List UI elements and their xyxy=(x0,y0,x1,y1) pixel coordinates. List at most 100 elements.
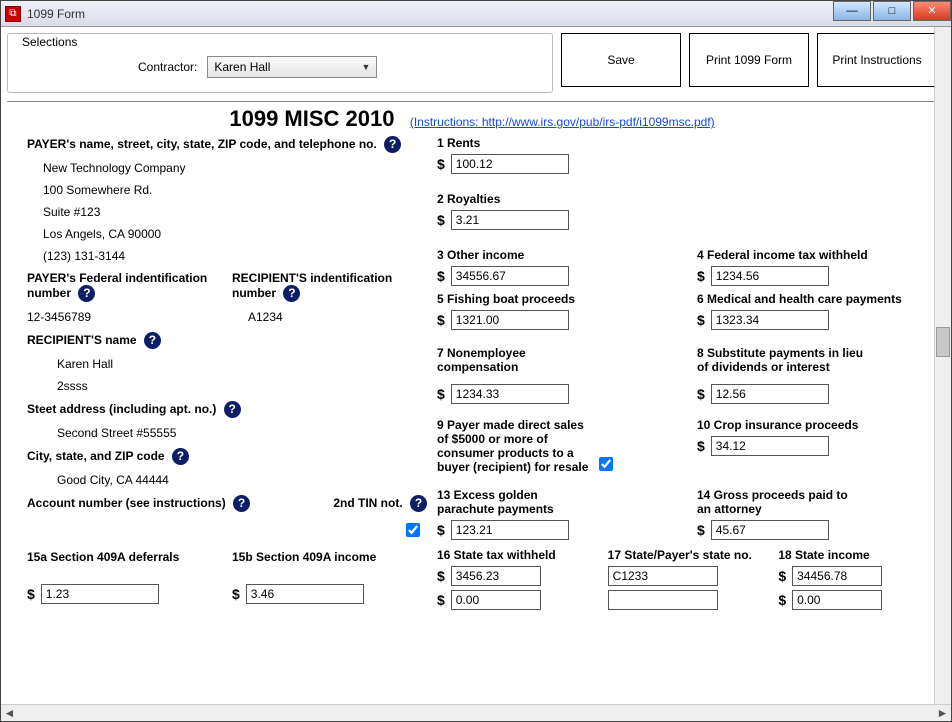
box8-input[interactable] xyxy=(711,384,829,404)
city-value: Good City, CA 44444 xyxy=(57,473,427,487)
box10-input[interactable] xyxy=(711,436,829,456)
box14-input[interactable] xyxy=(711,520,829,540)
recip-name1: Karen Hall xyxy=(57,357,427,371)
print-instructions-button[interactable]: Print Instructions xyxy=(817,33,937,87)
help-icon[interactable]: ? xyxy=(144,332,161,349)
box14-label: 14 Gross proceeds paid to an attorney xyxy=(697,488,857,516)
box8-label: 8 Substitute payments in lieu of dividen… xyxy=(697,346,877,374)
box16-input-1[interactable] xyxy=(451,566,541,586)
recip-name-label: RECIPIENT'S name xyxy=(27,333,137,347)
dollar-icon: $ xyxy=(697,522,705,538)
app-window: ⧉ 1099 Form — □ ✕ Selections Contractor:… xyxy=(0,0,952,722)
box5-label: 5 Fishing boat proceeds xyxy=(437,292,677,306)
box10-label: 10 Crop insurance proceeds xyxy=(697,418,937,432)
recip-id-value: A1234 xyxy=(248,310,427,324)
box1-input[interactable] xyxy=(451,154,569,174)
form-area: 1099 MISC 2010 (Instructions: http://www… xyxy=(7,101,937,616)
save-button[interactable]: Save xyxy=(561,33,681,87)
recip-name2: 2ssss xyxy=(57,379,427,393)
payer-fed-value: 12-3456789 xyxy=(27,310,222,324)
help-icon[interactable]: ? xyxy=(172,448,189,465)
dollar-icon: $ xyxy=(437,592,445,608)
contractor-value: Karen Hall xyxy=(214,60,270,74)
street-label: Steet address (including apt. no.) xyxy=(27,402,216,416)
box7-label: 7 Nonemployee compensation xyxy=(437,346,577,374)
payer-fed-label: PAYER's Federal indentification number xyxy=(27,271,207,300)
recip-id-label: RECIPIENT'S indentification number xyxy=(232,271,392,300)
box17-label: 17 State/Payer's state no. xyxy=(608,548,767,562)
minimize-button[interactable]: — xyxy=(833,1,871,21)
dollar-icon: $ xyxy=(437,568,445,584)
box13-input[interactable] xyxy=(451,520,569,540)
columns: PAYER's name, street, city, state, ZIP c… xyxy=(7,136,937,616)
box16-label: 16 State tax withheld xyxy=(437,548,596,562)
print-1099-button[interactable]: Print 1099 Form xyxy=(689,33,809,87)
help-icon[interactable]: ? xyxy=(384,136,401,153)
instructions-link[interactable]: (Instructions: http://www.irs.gov/pub/ir… xyxy=(410,115,715,129)
window-title: 1099 Form xyxy=(27,7,85,21)
payer-citystate: Los Angels, CA 90000 xyxy=(43,227,427,241)
box17-input-1[interactable] xyxy=(608,566,718,586)
dollar-icon: $ xyxy=(697,268,705,284)
dollar-icon: $ xyxy=(232,586,240,602)
account-label: Account number (see instructions) xyxy=(27,496,226,510)
tin-checkbox[interactable] xyxy=(406,523,420,537)
selections-legend: Selections xyxy=(18,35,81,49)
box7-input[interactable] xyxy=(451,384,569,404)
help-icon[interactable]: ? xyxy=(233,495,250,512)
vertical-scrollbar[interactable] xyxy=(934,27,951,704)
contractor-row: Contractor: Karen Hall ▼ xyxy=(138,56,542,78)
dollar-icon: $ xyxy=(778,568,786,584)
box16-input-2[interactable] xyxy=(451,590,541,610)
street-value: Second Street #55555 xyxy=(57,426,427,440)
box3-label: 3 Other income xyxy=(437,248,677,262)
scroll-right-icon[interactable]: ► xyxy=(934,705,951,721)
dollar-icon: $ xyxy=(27,586,35,602)
box3-input[interactable] xyxy=(451,266,569,286)
dollar-icon: $ xyxy=(778,592,786,608)
help-icon[interactable]: ? xyxy=(78,285,95,302)
box4-label: 4 Federal income tax withheld xyxy=(697,248,937,262)
window-controls: — □ ✕ xyxy=(831,1,951,21)
dollar-icon: $ xyxy=(437,268,445,284)
dollar-icon: $ xyxy=(437,522,445,538)
box18-input-2[interactable] xyxy=(792,590,882,610)
dollar-icon: $ xyxy=(437,156,445,172)
contractor-label: Contractor: xyxy=(138,60,197,74)
box18-input-1[interactable] xyxy=(792,566,882,586)
maximize-button[interactable]: □ xyxy=(873,1,911,21)
payer-name: New Technology Company xyxy=(43,161,427,175)
box6-input[interactable] xyxy=(711,310,829,330)
box9-checkbox[interactable] xyxy=(599,457,613,471)
top-row: Selections Contractor: Karen Hall ▼ Save… xyxy=(7,33,937,93)
payer-phone: (123) 131-3144 xyxy=(43,249,427,263)
box2-input[interactable] xyxy=(451,210,569,230)
contractor-dropdown[interactable]: Karen Hall ▼ xyxy=(207,56,377,78)
payer-addr2: Suite #123 xyxy=(43,205,427,219)
scroll-left-icon[interactable]: ◄ xyxy=(1,705,18,721)
box17-input-2[interactable] xyxy=(608,590,718,610)
dollar-icon: $ xyxy=(437,386,445,402)
form-title: 1099 MISC 2010 xyxy=(229,106,394,132)
box5-input[interactable] xyxy=(451,310,569,330)
box2-label: 2 Royalties xyxy=(437,192,937,206)
horizontal-scrollbar[interactable]: ◄ ► xyxy=(1,704,951,721)
content: Selections Contractor: Karen Hall ▼ Save… xyxy=(1,27,951,704)
help-icon[interactable]: ? xyxy=(283,285,300,302)
close-button[interactable]: ✕ xyxy=(913,1,951,21)
box15a-input[interactable] xyxy=(41,584,159,604)
app-icon: ⧉ xyxy=(5,6,21,22)
box6-label: 6 Medical and health care payments xyxy=(697,292,937,306)
help-icon[interactable]: ? xyxy=(410,495,427,512)
box15b-label: 15b Section 409A income xyxy=(232,550,376,564)
dollar-icon: $ xyxy=(697,312,705,328)
box4-input[interactable] xyxy=(711,266,829,286)
dollar-icon: $ xyxy=(697,386,705,402)
box1-label: 1 Rents xyxy=(437,136,937,150)
help-icon[interactable]: ? xyxy=(224,401,241,418)
dollar-icon: $ xyxy=(437,312,445,328)
box18-label: 18 State income xyxy=(778,548,937,562)
scrollbar-thumb[interactable] xyxy=(936,327,950,357)
box15b-input[interactable] xyxy=(246,584,364,604)
payer-heading: PAYER's name, street, city, state, ZIP c… xyxy=(27,137,377,151)
